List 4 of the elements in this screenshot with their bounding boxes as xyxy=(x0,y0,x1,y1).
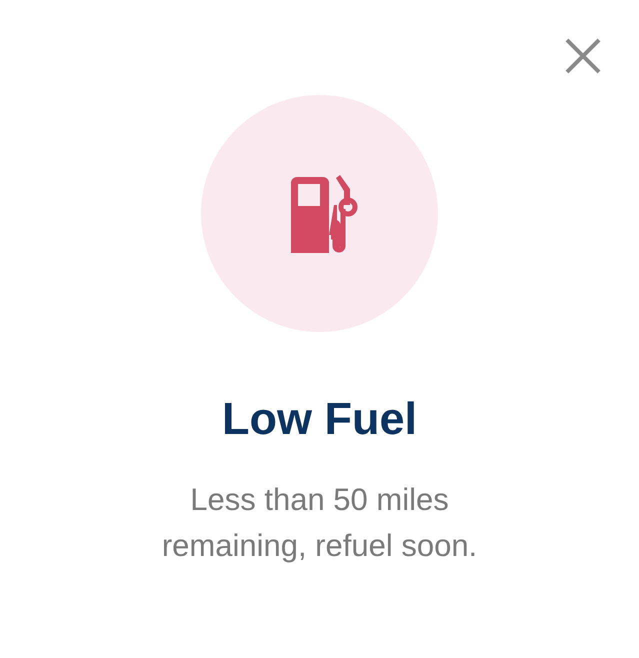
alert-title: Low Fuel xyxy=(222,396,417,441)
close-icon xyxy=(565,38,601,74)
alert-message: Less than 50 miles remaining, refuel soon. xyxy=(160,481,478,565)
fuel-pump-icon xyxy=(288,174,360,252)
